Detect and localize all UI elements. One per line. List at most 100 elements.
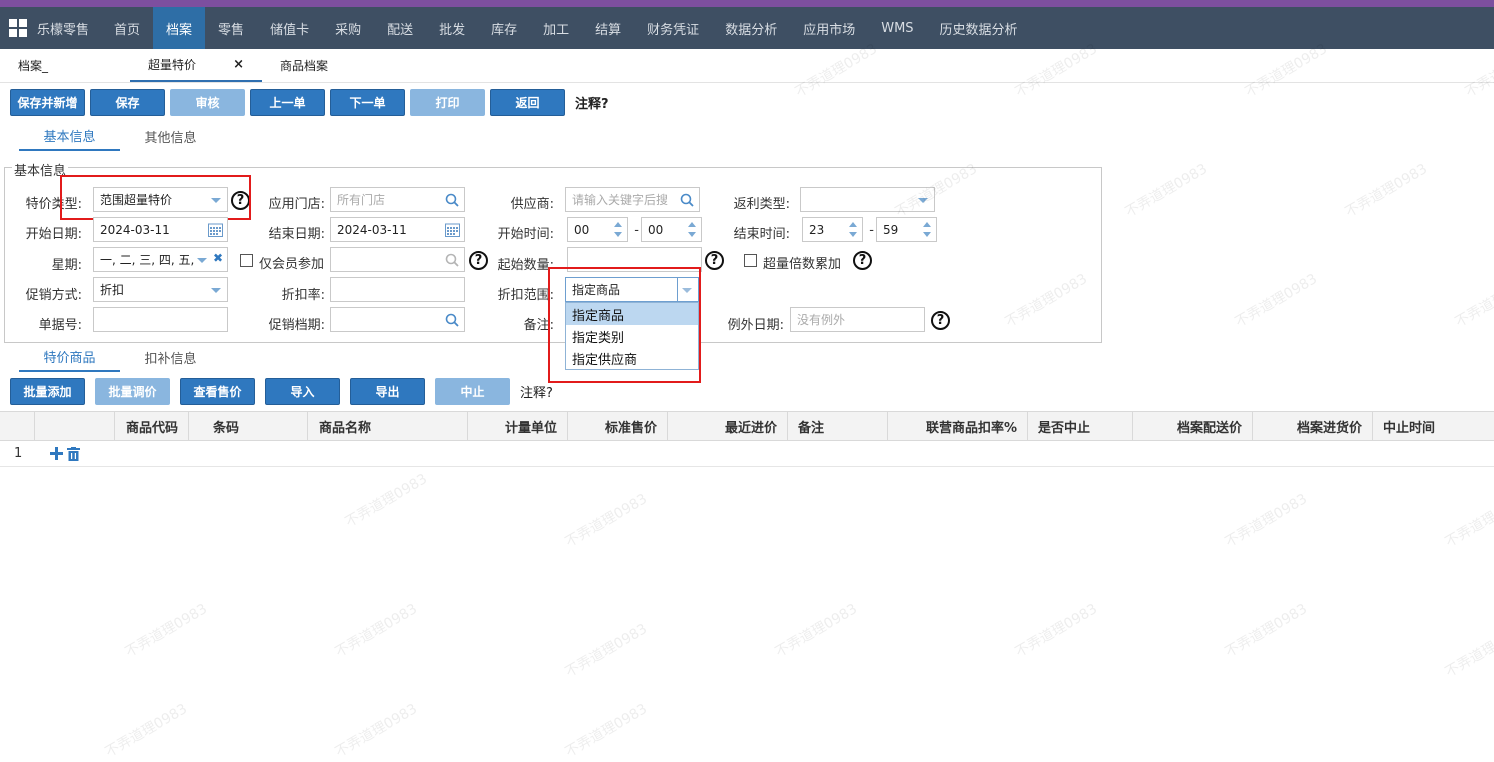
end-date-input[interactable]: 2024-03-11: [330, 217, 465, 242]
save-button[interactable]: 保存: [90, 88, 165, 116]
nav-item[interactable]: 历史数据分析: [927, 7, 1031, 49]
nav-item[interactable]: 档案: [153, 7, 206, 49]
rebate-type-select[interactable]: [800, 187, 935, 212]
nav-item[interactable]: 首页: [101, 7, 153, 49]
col-header[interactable]: 中止时间: [1373, 412, 1472, 440]
col-header[interactable]: 档案进货价: [1253, 412, 1373, 440]
search-icon[interactable]: [445, 313, 459, 327]
nav-item[interactable]: 数据分析: [712, 7, 790, 49]
nav-item[interactable]: 库存: [478, 7, 530, 49]
nav-item[interactable]: 应用市场: [790, 7, 868, 49]
help-icon[interactable]: ?: [931, 311, 950, 330]
tab-product-archive[interactable]: 商品档案: [262, 49, 346, 82]
col-header[interactable]: 备注: [788, 412, 888, 440]
export-button[interactable]: 导出: [350, 378, 425, 405]
col-header[interactable]: 计量单位: [468, 412, 568, 440]
nav-item[interactable]: 采购: [322, 7, 374, 49]
watermark-text: 不弄道理0983: [1442, 621, 1494, 681]
col-header[interactable]: 条码: [189, 412, 308, 440]
tab-subsidy-info[interactable]: 扣补信息: [120, 343, 221, 372]
watermark-text: 不弄道理0983: [1012, 601, 1101, 661]
col-header[interactable]: 是否中止: [1028, 412, 1133, 440]
doc-number-input[interactable]: [93, 307, 228, 332]
spinner-arrows-icon[interactable]: [847, 220, 859, 239]
col-header[interactable]: 标准售价: [568, 412, 668, 440]
start-hour-spinner[interactable]: 00: [567, 217, 628, 242]
promo-schedule-input[interactable]: [330, 307, 465, 332]
exception-date-input[interactable]: 没有例外: [790, 307, 925, 332]
col-header[interactable]: 商品名称: [308, 412, 468, 440]
member-only-checkbox[interactable]: [240, 254, 253, 267]
product-grid: 商品代码 条码 商品名称 计量单位 标准售价 最近进价 备注 联营商品扣率% 是…: [0, 411, 1494, 467]
prev-button[interactable]: 上一单: [250, 88, 325, 116]
store-input[interactable]: 所有门店: [330, 187, 465, 212]
nav-item[interactable]: 批发: [426, 7, 478, 49]
view-price-button[interactable]: 查看售价: [180, 378, 255, 405]
search-icon[interactable]: [680, 193, 694, 207]
nav-item[interactable]: 零售: [205, 7, 257, 49]
table-row[interactable]: 1: [0, 441, 1494, 467]
tab-basic-info[interactable]: 基本信息: [19, 121, 120, 151]
col-header[interactable]: 联营商品扣率%: [888, 412, 1028, 440]
nav-item[interactable]: 财务凭证: [634, 7, 712, 49]
toolbar-note: 注释?: [575, 96, 609, 112]
watermark-text: 不弄道理0983: [1122, 161, 1211, 221]
nav-item[interactable]: 加工: [530, 7, 582, 49]
grid-col-index: [0, 412, 35, 440]
clear-icon[interactable]: ✖: [213, 251, 223, 265]
next-button[interactable]: 下一单: [330, 88, 405, 116]
help-icon[interactable]: ?: [853, 251, 872, 270]
nav-item[interactable]: WMS: [868, 7, 926, 49]
help-icon[interactable]: ?: [469, 251, 488, 270]
back-button[interactable]: 返回: [490, 88, 565, 116]
end-hour-value: 23: [809, 222, 825, 237]
batch-add-button[interactable]: 批量添加: [10, 378, 85, 405]
multiple-accumulate-checkbox[interactable]: [744, 254, 757, 267]
import-button[interactable]: 导入: [265, 378, 340, 405]
add-row-icon[interactable]: [50, 447, 63, 460]
tab-special-price[interactable]: 超量特价 ×: [130, 49, 262, 82]
batch-price-button[interactable]: 批量调价: [95, 378, 170, 405]
end-minute-spinner[interactable]: 59: [876, 217, 937, 242]
start-minute-spinner[interactable]: 00: [641, 217, 702, 242]
spinner-arrows-icon[interactable]: [612, 220, 624, 239]
help-icon[interactable]: ?: [705, 251, 724, 270]
grid-col-blank: [35, 412, 115, 440]
calendar-icon[interactable]: [208, 223, 223, 237]
trash-icon[interactable]: [67, 446, 80, 461]
nav-item[interactable]: 结算: [582, 7, 634, 49]
week-select[interactable]: 一, 二, 三, 四, 五, ✖: [93, 247, 228, 272]
member-input[interactable]: [330, 247, 465, 272]
store-placeholder: 所有门店: [337, 193, 386, 207]
search-icon[interactable]: [445, 193, 459, 207]
discount-rate-input[interactable]: [330, 277, 465, 302]
spinner-arrows-icon[interactable]: [686, 220, 698, 239]
tab-special-products[interactable]: 特价商品: [19, 343, 120, 372]
watermark-text: 不弄道理0983: [332, 601, 421, 661]
main-toolbar: 保存并新增 保存 审核 上一单 下一单 打印 返回 注释?: [0, 83, 1494, 121]
col-header[interactable]: 档案配送价: [1133, 412, 1253, 440]
tab-other-info[interactable]: 其他信息: [120, 121, 221, 151]
stop-button[interactable]: 中止: [435, 378, 510, 405]
nav-item[interactable]: 储值卡: [257, 7, 322, 49]
start-date-input[interactable]: 2024-03-11: [93, 217, 228, 242]
col-header[interactable]: 商品代码: [115, 412, 189, 440]
save-and-new-button[interactable]: 保存并新增: [10, 88, 85, 116]
print-button[interactable]: 打印: [410, 88, 485, 116]
close-icon[interactable]: ×: [233, 57, 244, 72]
supplier-input[interactable]: 请输入关键字后搜: [565, 187, 700, 212]
highlight-box-price-type: [60, 175, 251, 220]
audit-button[interactable]: 审核: [170, 88, 245, 116]
supplier-placeholder: 请输入关键字后搜: [572, 193, 669, 207]
calendar-icon[interactable]: [445, 223, 460, 237]
end-hour-spinner[interactable]: 23: [802, 217, 863, 242]
spinner-arrows-icon[interactable]: [921, 220, 933, 239]
end-date-label: 结束日期:: [268, 227, 325, 242]
member-only-label: 仅会员参加: [259, 257, 325, 272]
nav-item[interactable]: 配送: [374, 7, 426, 49]
search-icon[interactable]: [445, 253, 459, 267]
promo-method-select[interactable]: 折扣: [93, 277, 228, 302]
tab-archive[interactable]: 档案_: [0, 49, 130, 82]
col-header[interactable]: 最近进价: [668, 412, 788, 440]
promo-schedule-label: 促销档期:: [268, 318, 325, 333]
